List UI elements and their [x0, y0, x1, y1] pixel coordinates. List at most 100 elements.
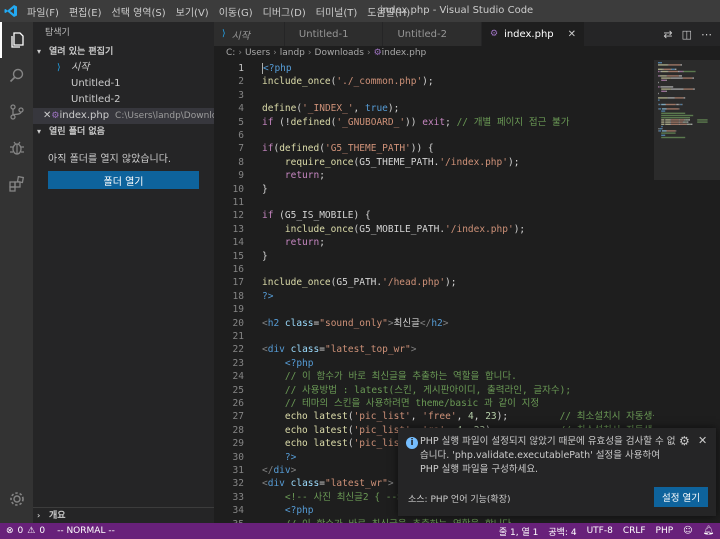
open-folder-button[interactable]: 폴더 열기 — [48, 171, 199, 189]
tab[interactable]: Untitled-1 — [284, 22, 384, 46]
language-mode[interactable]: PHP — [656, 526, 674, 536]
close-icon[interactable]: ✕ — [698, 434, 707, 447]
vscode-icon: ⟩ — [57, 63, 61, 73]
indentation[interactable]: 공백: 4 — [548, 525, 576, 538]
code-text: return; — [262, 236, 325, 249]
code-line: 24 // 이 함수가 바로 최신글을 추출하는 역할을 합니다. — [214, 370, 654, 383]
activity-bar — [0, 22, 33, 523]
breadcrumb-item[interactable]: Users — [245, 48, 270, 58]
feedback-icon[interactable]: ☺ — [683, 526, 692, 536]
close-icon[interactable]: ✕ — [43, 108, 51, 124]
minimap-viewport[interactable] — [654, 60, 720, 180]
no-folder-header[interactable]: ▾ 열린 폴더 없음 — [33, 124, 214, 140]
code-token: )) { — [410, 143, 434, 155]
code-line: 15} — [214, 250, 654, 263]
code-token: )) — [405, 116, 423, 128]
close-icon[interactable]: ✕ — [568, 29, 576, 40]
chevron-right-icon: › — [37, 510, 41, 520]
menu-item[interactable]: 보기(V) — [171, 4, 214, 19]
extensions-button[interactable] — [0, 166, 33, 202]
line-number: 15 — [232, 250, 244, 262]
encoding[interactable]: UTF-8 — [587, 526, 613, 536]
chevron-down-icon: ▾ — [37, 127, 42, 136]
tab[interactable]: ⚙ index.php ✕ — [481, 22, 586, 46]
code-token: > — [410, 344, 417, 356]
code-token: , — [353, 103, 365, 115]
line-number: 10 — [232, 183, 244, 195]
chevron-right-icon: › — [238, 48, 242, 58]
code-token: '/head.php' — [382, 277, 446, 289]
code-token: } — [262, 183, 268, 195]
more-actions-icon[interactable]: ⋯ — [701, 28, 712, 41]
breadcrumb: C: › Users › landp › Downloads › ⚙ index.php — [214, 46, 720, 60]
compare-icon[interactable]: ⇄ — [663, 28, 672, 41]
open-editor-item[interactable]: ✕⚙index.php C:\Users\landp\Downloa... — [33, 108, 214, 124]
line-number: 6 — [238, 130, 244, 141]
source-control-icon — [9, 104, 24, 120]
tab[interactable]: ⟩ 시작 — [214, 22, 285, 46]
code-token: true — [365, 103, 388, 115]
code-token: > — [290, 465, 297, 476]
source-control-button[interactable] — [0, 94, 33, 130]
code-token: ); — [507, 156, 520, 168]
code-line: 2 include_once('./_common.php'); — [214, 75, 654, 88]
menu-item[interactable]: 디버그(D) — [258, 4, 311, 19]
code-token: exit — [422, 116, 446, 128]
code-token: echo — [284, 411, 308, 423]
chevron-down-icon: ▾ — [37, 47, 42, 56]
code-text: if (G5_IS_MOBILE) { — [262, 209, 371, 222]
debug-button[interactable] — [0, 130, 33, 166]
code-token: ?> — [284, 451, 297, 463]
code-token: class — [290, 344, 320, 356]
menu-item[interactable]: 파일(F) — [22, 4, 64, 19]
breadcrumb-item[interactable]: landp — [280, 48, 305, 58]
code-token: (G5_IS_MOBILE) { — [273, 210, 371, 222]
menu-item[interactable]: 이동(G) — [214, 4, 258, 19]
code-line: 9 return; — [214, 169, 654, 182]
end-of-line[interactable]: CRLF — [623, 526, 646, 536]
outline-header-label: 개요 — [49, 510, 66, 521]
line-number: 31 — [232, 465, 244, 476]
code-text: <?php — [262, 504, 314, 517]
breadcrumb-item[interactable]: index.php — [382, 48, 427, 58]
bell-icon[interactable]: 🔔︎ — [703, 526, 714, 536]
warning-icon[interactable]: ⚠ — [27, 526, 35, 536]
error-count[interactable]: 0 — [18, 526, 24, 536]
breadcrumb-item[interactable]: Downloads — [315, 48, 364, 58]
code-token: if — [262, 116, 274, 128]
gear-icon[interactable]: ⚙ — [679, 434, 690, 448]
menu-item[interactable]: 선택 영역(S) — [107, 4, 171, 19]
editor-tabs: ⟩ 시작 Untitled-1 Untitled-2 ⚙ index.php ✕ ⇄ ◫ ⋯ — [214, 22, 720, 46]
open-editor-item[interactable]: Untitled-2 — [33, 92, 214, 108]
code-text: <?php — [262, 62, 292, 75]
code-token: <?php — [263, 63, 292, 74]
code-line: 14 return; — [214, 236, 654, 249]
open-editor-item[interactable]: ⟩ 시작 — [33, 60, 214, 76]
explorer-button[interactable] — [0, 22, 33, 58]
open-editor-item[interactable]: Untitled-1 — [33, 76, 214, 92]
code-line: 23 <?php — [214, 357, 654, 370]
manage-button[interactable] — [0, 481, 33, 517]
open-editors-header[interactable]: ▾ 열려 있는 편집기 — [33, 44, 214, 60]
split-editor-icon[interactable]: ◫ — [682, 28, 692, 41]
code-token: (G5_PATH. — [330, 277, 383, 289]
menu-item[interactable]: 편집(E) — [64, 4, 107, 19]
cursor-position[interactable]: 줄 1, 열 1 — [499, 525, 538, 538]
warning-count[interactable]: 0 — [39, 526, 45, 536]
tab[interactable]: Untitled-2 — [383, 22, 482, 46]
breadcrumb-item[interactable]: C: — [226, 48, 235, 58]
code-token: defined — [290, 116, 331, 128]
code-token: // 이 함수가 바로 최신글을 추출하는 역할을 합니다. — [284, 371, 517, 383]
outline-header[interactable]: › 개요 — [33, 507, 214, 523]
code-line: 5 if (!defined('_GNUBOARD_')) exit; // 개별… — [214, 116, 654, 129]
code-token: 'pic_list' — [353, 411, 411, 423]
search-button[interactable] — [0, 58, 33, 94]
error-icon[interactable]: ⊗ — [6, 526, 14, 536]
code-token: "latest_top_wr" — [324, 344, 411, 356]
notification-toast: i PHP 실행 파일이 설정되지 않았기 때문에 유효성을 검사할 수 없습니… — [398, 428, 716, 516]
menu-item[interactable]: 터미널(T) — [311, 4, 363, 19]
open-settings-button[interactable]: 설정 열기 — [654, 487, 708, 507]
